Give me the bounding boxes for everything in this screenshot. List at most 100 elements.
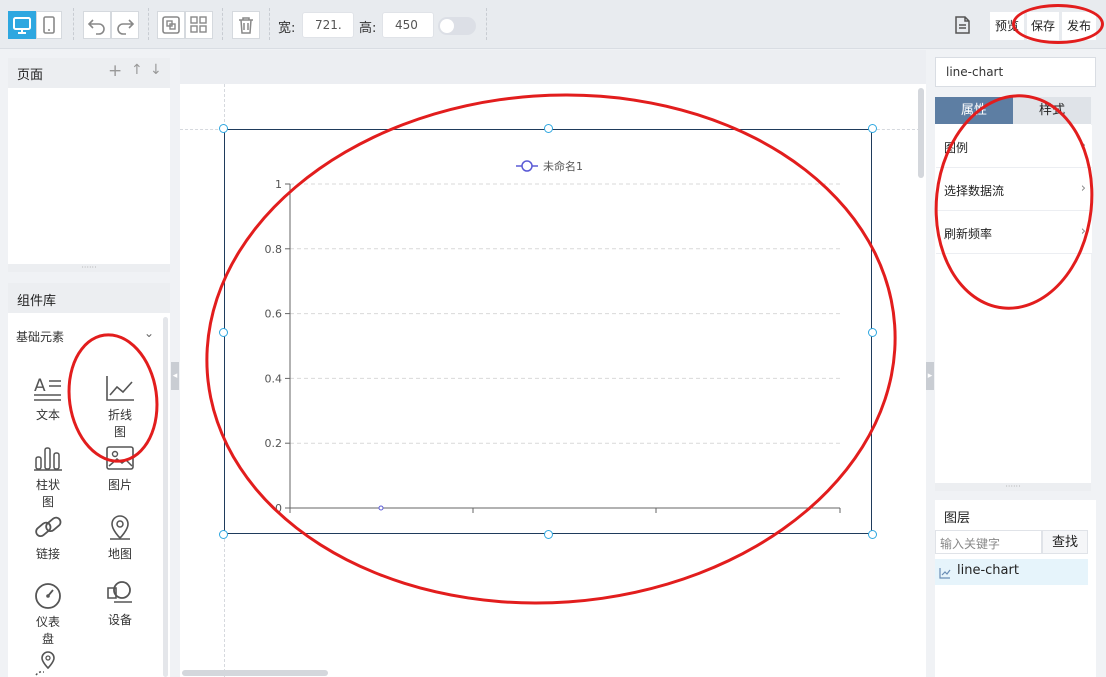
device-icon	[107, 581, 132, 603]
resize-handle[interactable]: ······	[8, 264, 170, 272]
layer-item[interactable]: line-chart	[935, 559, 1088, 585]
toggle-knob	[440, 19, 454, 33]
resize-handle-top-left[interactable]	[219, 124, 228, 133]
publish-button[interactable]: 发布	[1062, 12, 1096, 40]
component-label: 文本	[35, 408, 60, 422]
add-page-icon[interactable]: +	[108, 61, 122, 81]
layers-title: 图层	[944, 511, 971, 526]
redo-button[interactable]	[111, 11, 139, 39]
resize-handle-left[interactable]	[219, 328, 228, 337]
component-name-value: line-chart	[946, 65, 1004, 79]
component-library-header: 组件库	[8, 283, 170, 313]
property-label: 刷新频率	[944, 227, 993, 241]
grid-toggle[interactable]	[438, 17, 476, 35]
component-image[interactable]: 图片	[90, 443, 150, 493]
y-tick-label: 0.2	[265, 437, 283, 450]
preview-button[interactable]: 预览	[990, 12, 1024, 40]
resize-handle-bottom-left[interactable]	[219, 530, 228, 539]
line-chart: 1 0.8 0.6 0.4 0.2 0 未命名1	[265, 159, 841, 515]
vertical-scrollbar[interactable]	[918, 88, 924, 178]
route-icon[interactable]	[33, 648, 63, 677]
text-icon: A	[34, 376, 61, 401]
pages-panel: 页面 + ↑ ↓ ······	[8, 58, 170, 272]
undo-button[interactable]	[83, 11, 111, 39]
collapse-right-handle[interactable]: ▸	[926, 362, 934, 390]
component-gauge[interactable]: 仪表盘	[18, 580, 78, 647]
pages-title: 页面	[17, 68, 44, 83]
group-button[interactable]	[157, 11, 185, 39]
monitor-icon	[13, 17, 31, 34]
component-link[interactable]: 链接	[18, 512, 78, 562]
chevron-down-icon[interactable]: ⌄	[144, 326, 154, 340]
component-text[interactable]: A 文本	[18, 373, 78, 423]
mobile-icon	[43, 16, 55, 34]
property-data-stream[interactable]: 选择数据流 ›	[936, 168, 1092, 211]
data-point	[378, 505, 384, 511]
chevron-right-icon: ›	[1080, 138, 1086, 153]
collapse-left-handle[interactable]: ◂	[171, 362, 179, 390]
resize-handle[interactable]: ······	[935, 483, 1091, 491]
ungroup-button[interactable]	[185, 11, 213, 39]
resize-handle-right[interactable]	[868, 328, 877, 337]
group-icon	[162, 16, 180, 34]
save-button[interactable]: 保存	[1027, 12, 1059, 40]
bar-chart-icon	[34, 447, 62, 471]
component-library-title: 组件库	[17, 294, 57, 309]
tab-properties[interactable]: 属性	[935, 97, 1013, 124]
trash-icon	[239, 17, 253, 34]
y-tick-label: 1	[275, 178, 282, 191]
tab-style[interactable]: 样式	[1013, 97, 1091, 124]
toolbar: 宽: 721. 高: 450 预览 保存 发布	[0, 0, 1106, 49]
line-chart-icon	[939, 568, 951, 579]
delete-button[interactable]	[232, 11, 260, 39]
gauge-icon	[35, 583, 61, 609]
map-pin-icon	[110, 515, 130, 540]
layer-item-label: line-chart	[957, 563, 1019, 578]
layer-search-placeholder: 输入关键字	[940, 537, 1001, 551]
property-refresh-rate[interactable]: 刷新频率 ›	[936, 211, 1092, 254]
legend-marker	[521, 160, 533, 172]
legend-label: 未命名1	[543, 159, 583, 173]
component-label: 链接	[35, 547, 60, 561]
image-icon	[106, 446, 134, 470]
line-chart-icon	[106, 376, 134, 401]
component-label: 设备	[107, 613, 132, 627]
resize-handle-top-right[interactable]	[868, 124, 877, 133]
component-label: 地图	[107, 547, 132, 561]
resize-handle-bottom[interactable]	[544, 530, 553, 539]
undo-icon	[87, 19, 105, 35]
width-label: 宽:	[278, 21, 296, 36]
y-tick-label: 0.8	[265, 243, 283, 256]
desktop-view-button[interactable]	[8, 11, 36, 39]
component-device[interactable]: 设备	[90, 578, 150, 628]
component-map[interactable]: 地图	[90, 512, 150, 562]
link-icon	[35, 516, 62, 538]
component-name-input[interactable]: line-chart	[935, 57, 1096, 87]
property-label: 选择数据流	[944, 184, 1005, 198]
component-bar-chart[interactable]: 柱状图	[18, 443, 78, 510]
resize-handle-bottom-right[interactable]	[868, 530, 877, 539]
mobile-view-button[interactable]	[36, 11, 62, 39]
resize-handle-top[interactable]	[544, 124, 553, 133]
component-label: 图片	[107, 478, 132, 492]
property-label: 图例	[944, 141, 969, 155]
layer-search-input[interactable]: 输入关键字	[935, 530, 1042, 554]
height-input[interactable]: 450	[382, 12, 434, 38]
document-icon[interactable]	[951, 14, 973, 36]
scrollbar[interactable]	[163, 317, 168, 677]
category-label: 基础元素	[16, 330, 65, 344]
width-input[interactable]: 721.	[302, 12, 354, 38]
y-tick-label: 0.4	[265, 372, 283, 385]
property-legend[interactable]: 图例 ›	[936, 125, 1092, 168]
y-tick-label: 0.6	[265, 308, 283, 321]
arrow-up-icon[interactable]: ↑	[131, 62, 143, 78]
arrow-down-icon[interactable]: ↓	[150, 62, 162, 78]
redo-icon	[117, 19, 135, 35]
chevron-right-icon: ›	[1080, 224, 1086, 239]
line-chart-widget[interactable]: 1 0.8 0.6 0.4 0.2 0 未命名1	[224, 129, 872, 534]
component-label: 仪表盘	[36, 615, 61, 646]
component-line-chart[interactable]: 折线图	[90, 373, 150, 440]
chevron-right-icon: ›	[1080, 181, 1086, 196]
horizontal-scrollbar[interactable]	[182, 670, 328, 676]
layer-search-button[interactable]: 查找	[1042, 530, 1088, 554]
